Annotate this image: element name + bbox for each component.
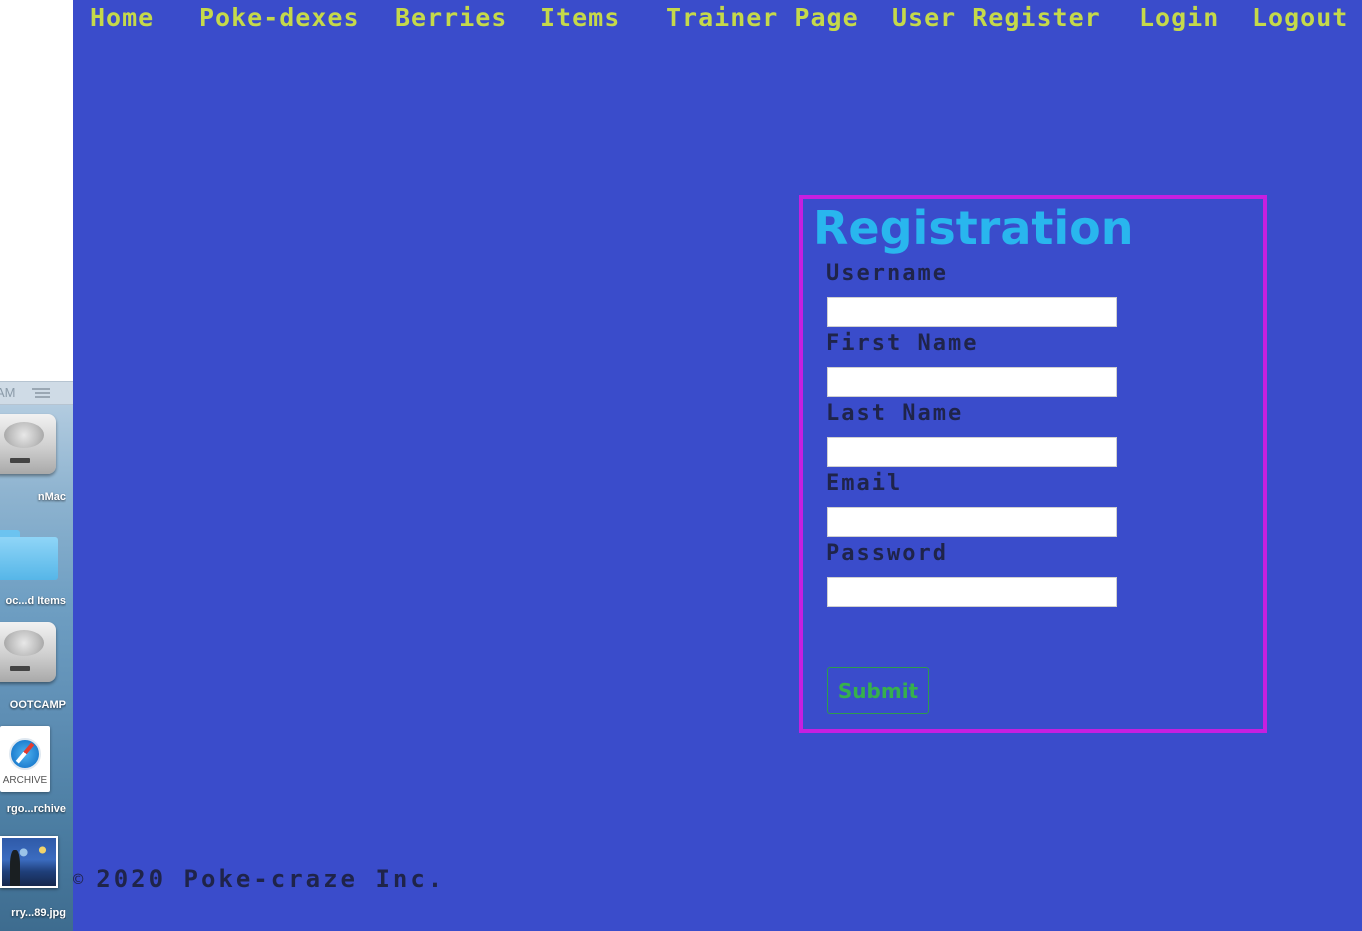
archive-icon-text: ARCHIVE <box>2 775 48 786</box>
last-name-input[interactable] <box>827 437 1117 467</box>
desktop-item-label: oc...d Items <box>5 595 66 607</box>
nav-link-poke-dexes[interactable]: Poke-dexes <box>199 3 360 32</box>
desktop-item-label: rgo...rchive <box>6 803 66 815</box>
list-view-icon[interactable] <box>32 388 50 399</box>
form-title: Registration <box>813 201 1134 255</box>
desktop-item-archive[interactable]: ARCHIVE rgo...rchive <box>0 726 73 826</box>
password-label: Password <box>826 541 948 566</box>
nav-link-logout[interactable]: Logout <box>1252 3 1348 32</box>
desktop-item-starry-night-image[interactable]: rry...89.jpg <box>0 836 73 931</box>
desktop-item-bootcamp[interactable]: OOTCAMP <box>0 620 73 720</box>
first-name-input[interactable] <box>827 367 1117 397</box>
password-input[interactable] <box>827 577 1117 607</box>
username-label: Username <box>826 261 948 286</box>
nav-link-berries[interactable]: Berries <box>395 3 507 32</box>
desktop-strip: AM nMac oc...d Items OOTCAMP ARCHIVE rgo… <box>0 0 73 931</box>
last-name-label: Last Name <box>826 401 964 426</box>
desktop-item-macintosh-hd[interactable]: nMac <box>0 412 73 512</box>
nav-link-login[interactable]: Login <box>1139 3 1219 32</box>
archive-icon: ARCHIVE <box>0 726 50 792</box>
hard-drive-icon <box>0 414 56 474</box>
nav-link-home[interactable]: Home <box>90 3 154 32</box>
footer-text: 2020 Poke-craze Inc. <box>96 865 446 893</box>
page-footer: © 2020 Poke-craze Inc. <box>73 865 445 893</box>
desktop-item-label: nMac <box>37 491 66 503</box>
nav-link-trainer-page[interactable]: Trainer Page <box>666 3 859 32</box>
main-navbar: Home Poke-dexes Berries Items Trainer Pa… <box>73 0 1362 42</box>
image-thumbnail-icon <box>0 836 58 888</box>
first-name-label: First Name <box>826 331 979 356</box>
finder-toolbar: AM <box>0 381 73 405</box>
folder-icon <box>0 530 58 580</box>
nav-link-items[interactable]: Items <box>540 3 620 32</box>
desktop-item-label: rry...89.jpg <box>11 907 66 919</box>
hard-drive-icon <box>0 622 56 682</box>
username-input[interactable] <box>827 297 1117 327</box>
nav-link-user-register[interactable]: User Register <box>892 3 1101 32</box>
web-page: Home Poke-dexes Berries Items Trainer Pa… <box>73 0 1362 931</box>
email-label: Email <box>826 471 903 496</box>
clock-text: AM <box>0 385 16 400</box>
desktop-item-label: OOTCAMP <box>9 699 66 711</box>
copyright-symbol: © <box>73 870 87 890</box>
email-input[interactable] <box>827 507 1117 537</box>
submit-button[interactable]: Submit <box>827 667 929 714</box>
registration-form: Registration Username First Name Last Na… <box>799 195 1267 733</box>
desktop-item-relocated-items[interactable]: oc...d Items <box>0 526 73 616</box>
